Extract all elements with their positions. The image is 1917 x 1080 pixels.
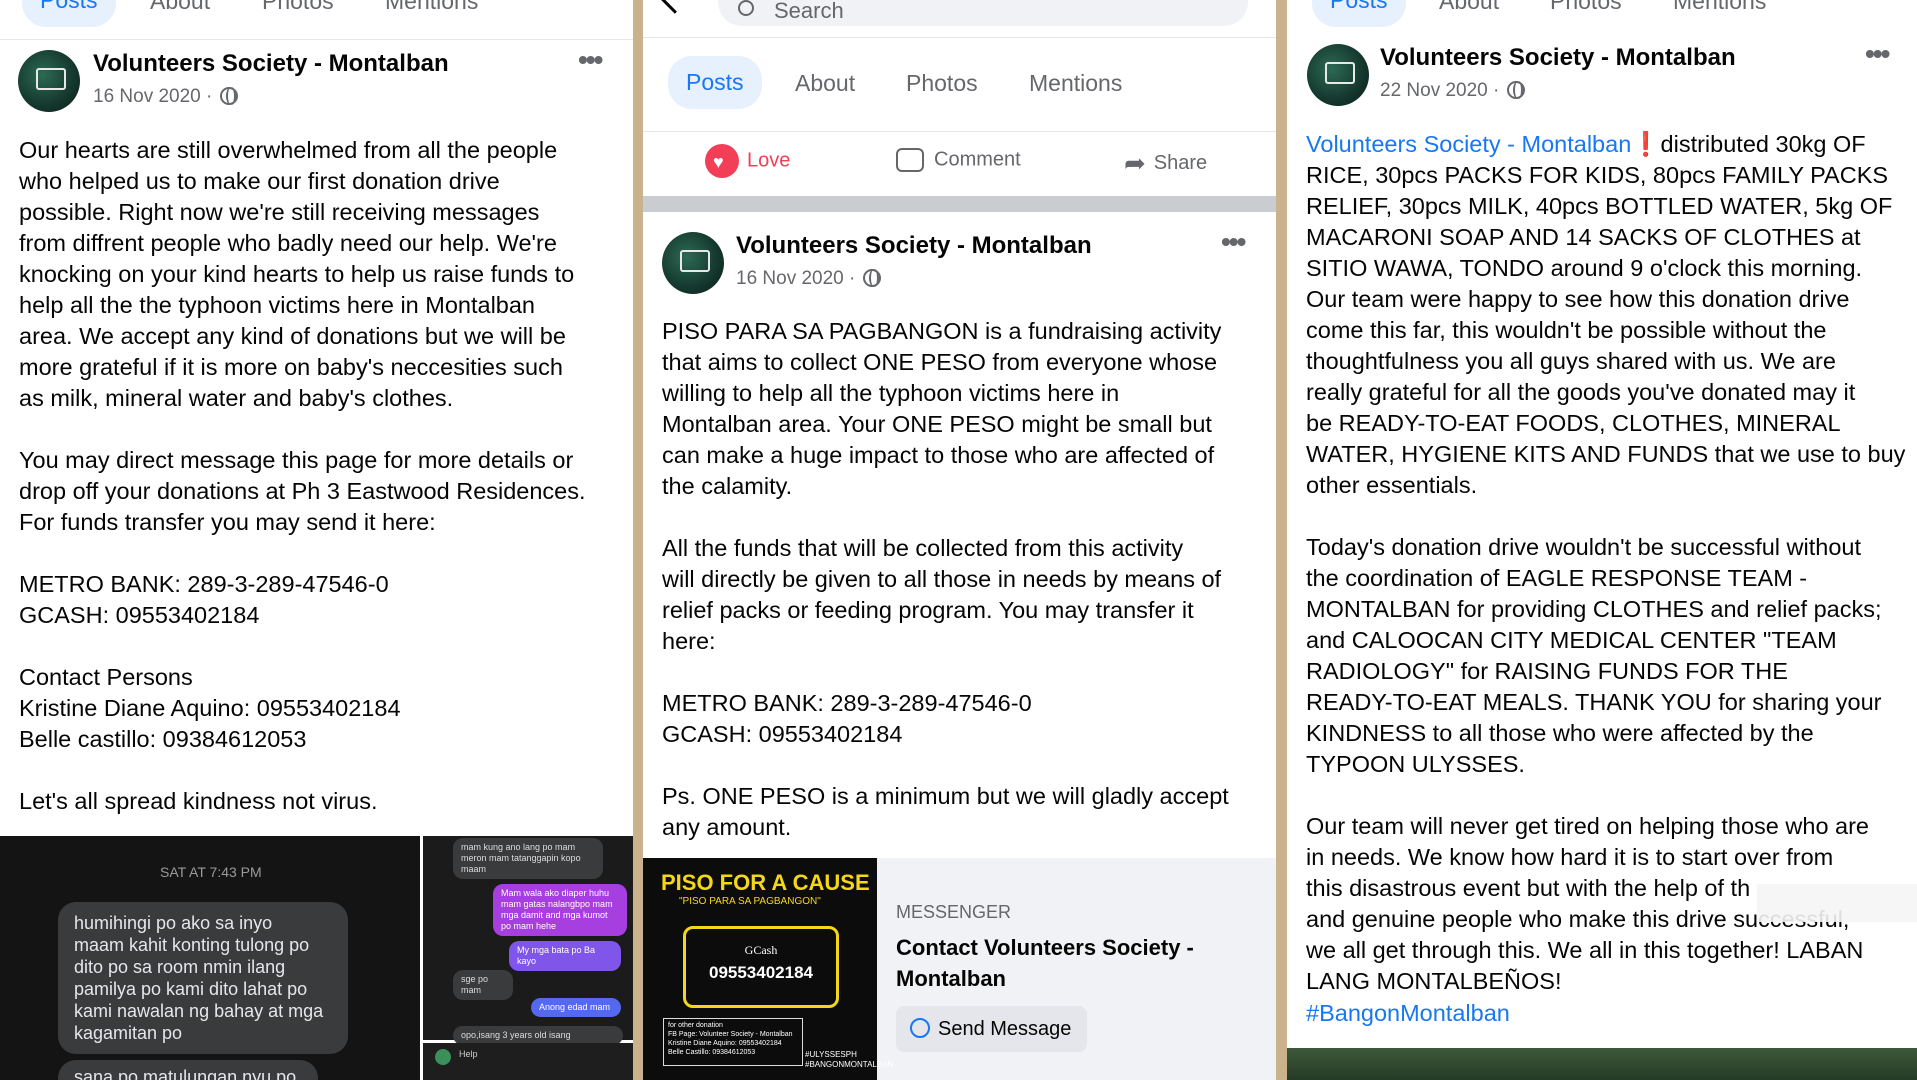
chat-message: sge po mam bbox=[453, 970, 513, 1000]
chat-screenshot-image[interactable]: SAT AT 7:43 PM humihingi po ako sa inyo … bbox=[0, 836, 420, 1080]
search-placeholder: Search bbox=[774, 0, 844, 23]
chat-message: My mga bata po Ba kayo bbox=[509, 941, 621, 971]
post-header: Volunteers Society - Montalban 16 Nov 20… bbox=[643, 226, 1276, 310]
search-icon bbox=[738, 0, 754, 16]
page-tabs: Posts About Photos Mentions bbox=[643, 40, 1276, 132]
share-icon: ➦ bbox=[1124, 148, 1146, 178]
search-input[interactable]: Search bbox=[718, 0, 1248, 26]
poster-details: for other donation FB Page: Volunteer So… bbox=[663, 1018, 803, 1066]
page-tabs: Posts About Photos Mentions bbox=[0, 0, 633, 40]
section-separator bbox=[643, 196, 1276, 212]
overlay-patch bbox=[1757, 884, 1917, 922]
tab-posts[interactable]: Posts bbox=[668, 56, 762, 109]
post-text: RICE, 30pcs PACKS FOR KIDS, 80pcs FAMILY… bbox=[1306, 162, 1906, 994]
tab-mentions[interactable]: Mentions bbox=[385, 0, 478, 15]
poster-subtitle: "PISO PARA SA PAGBANGON" bbox=[679, 896, 821, 907]
comment-button[interactable]: Comment bbox=[896, 148, 1021, 172]
chat-timestamp: SAT AT 7:43 PM bbox=[160, 864, 262, 880]
love-button[interactable]: ♥ Love bbox=[705, 144, 790, 178]
post-panel-left: Posts About Photos Mentions Volunteers S… bbox=[0, 0, 633, 1080]
chat-message: mam kung ano lang po mam meron mam tatan… bbox=[453, 838, 603, 879]
page-name[interactable]: Volunteers Society - Montalban bbox=[1380, 44, 1736, 72]
tab-photos[interactable]: Photos bbox=[262, 0, 334, 15]
avatar[interactable] bbox=[1307, 44, 1369, 106]
post-header: Volunteers Society - Montalban 16 Nov 20… bbox=[0, 44, 633, 128]
contact-avatar bbox=[435, 1049, 451, 1065]
post-text: PISO PARA SA PAGBANGON is a fundraising … bbox=[662, 318, 1229, 840]
page-name[interactable]: Volunteers Society - Montalban bbox=[736, 232, 1092, 260]
avatar[interactable] bbox=[662, 232, 724, 294]
attachment-label: MESSENGER bbox=[896, 902, 1012, 922]
more-options-icon[interactable]: ••• bbox=[1865, 38, 1890, 70]
back-arrow-icon[interactable] bbox=[659, 0, 685, 14]
post-date[interactable]: 16 Nov 2020 · bbox=[93, 86, 238, 108]
poster-gcash-box: GCash 09553402184 bbox=[683, 926, 839, 1008]
chat-message: Mam wala ako diaper huhu mam gatas nalan… bbox=[493, 884, 627, 936]
post-photo[interactable] bbox=[1287, 1048, 1917, 1080]
page-name[interactable]: Volunteers Society - Montalban bbox=[93, 50, 449, 78]
globe-icon bbox=[1506, 81, 1525, 99]
chat-thread-image-2[interactable]: Help bbox=[423, 1043, 633, 1080]
chat-message: Anong edad mam bbox=[531, 998, 621, 1017]
tab-mentions[interactable]: Mentions bbox=[1673, 0, 1766, 15]
send-message-button[interactable]: Send Message bbox=[896, 1006, 1088, 1052]
fundraiser-poster-image[interactable]: PISO FOR A CAUSE "PISO PARA SA PAGBANGON… bbox=[643, 858, 893, 1080]
tab-about[interactable]: About bbox=[150, 0, 210, 15]
tab-posts[interactable]: Posts bbox=[22, 0, 116, 27]
chat-contact-name: Help bbox=[459, 1049, 478, 1059]
page-mention-link[interactable]: Volunteers Society - Montalban bbox=[1306, 131, 1631, 157]
comment-icon bbox=[896, 148, 924, 172]
post-text: Our hearts are still overwhelmed from al… bbox=[19, 137, 586, 814]
poster-number: 09553402184 bbox=[708, 963, 813, 982]
poster-title: PISO FOR A CAUSE bbox=[661, 870, 870, 895]
poster-gcash-label: GCash bbox=[744, 943, 778, 957]
avatar[interactable] bbox=[18, 50, 80, 112]
messenger-icon bbox=[910, 1018, 930, 1038]
page-tabs: Posts About Photos Mentions bbox=[1287, 0, 1917, 40]
chat-message: sana po matulungan nyu po bbox=[58, 1060, 318, 1080]
post-actions-bar: ♥ Love Comment ➦ Share bbox=[643, 130, 1276, 192]
heart-icon: ♥ bbox=[705, 144, 739, 178]
share-button[interactable]: ➦ Share bbox=[1124, 148, 1207, 179]
tab-mentions[interactable]: Mentions bbox=[1029, 70, 1122, 97]
post-date[interactable]: 22 Nov 2020 · bbox=[1380, 80, 1525, 102]
chat-thread-image[interactable]: mam kung ano lang po mam meron mam tatan… bbox=[423, 836, 633, 1045]
globe-icon bbox=[219, 87, 238, 105]
attachment-title[interactable]: Contact Volunteers Society - Montalban bbox=[896, 932, 1194, 994]
poster-hashtags: #ULYSSESPH #BANGONMONTALBAN bbox=[805, 1050, 894, 1069]
post-date[interactable]: 16 Nov 2020 · bbox=[736, 268, 881, 290]
post-header: Volunteers Society - Montalban 22 Nov 20… bbox=[1287, 38, 1917, 122]
tab-posts[interactable]: Posts bbox=[1312, 0, 1406, 27]
more-options-icon[interactable]: ••• bbox=[1221, 226, 1246, 258]
tab-about[interactable]: About bbox=[1439, 0, 1499, 15]
messenger-attachment[interactable]: PISO FOR A CAUSE "PISO PARA SA PAGBANGON… bbox=[643, 858, 1276, 1080]
chat-message: humihingi po ako sa inyo maam kahit kont… bbox=[58, 902, 348, 1054]
top-bar: Search bbox=[643, 0, 1276, 38]
tab-about[interactable]: About bbox=[795, 70, 855, 97]
post-panel-middle: Search Posts About Photos Mentions ♥ Love… bbox=[643, 0, 1276, 1080]
more-options-icon[interactable]: ••• bbox=[578, 44, 603, 76]
tab-photos[interactable]: Photos bbox=[1550, 0, 1622, 15]
globe-icon bbox=[862, 269, 881, 287]
hashtag-link[interactable]: #BangonMontalban bbox=[1306, 998, 1510, 1029]
post-panel-right: Posts About Photos Mentions Volunteers S… bbox=[1287, 0, 1917, 1080]
tab-photos[interactable]: Photos bbox=[906, 70, 978, 97]
post-text-first-line: Volunteers Society - Montalban❗distribut… bbox=[1306, 131, 1866, 157]
